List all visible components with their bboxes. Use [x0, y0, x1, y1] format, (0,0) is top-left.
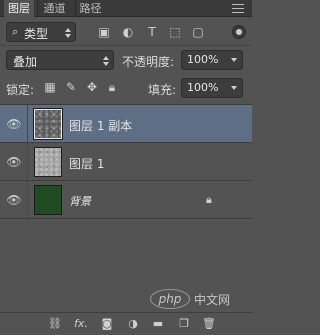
- lock-all-icon[interactable]: 🔒︎: [105, 80, 119, 94]
- link-layers-icon[interactable]: ⛓︎: [47, 317, 63, 331]
- chevron-down-icon: [231, 86, 237, 90]
- fill-value: 100%: [187, 81, 219, 94]
- blend-mode-value: 叠加: [13, 55, 38, 69]
- layer-name: 图层 1: [69, 157, 105, 171]
- lock-image-icon[interactable]: ✎: [64, 80, 78, 94]
- visibility-eye-icon[interactable]: 👁︎: [5, 191, 23, 209]
- layer-name: 图层 1 副本: [69, 119, 133, 133]
- delete-layer-icon[interactable]: 🗑︎: [201, 317, 217, 331]
- tab-paths[interactable]: 路径: [75, 0, 105, 17]
- layer-name: 背景: [69, 195, 91, 208]
- filter-kind-label: 类型: [24, 27, 49, 41]
- lock-transparent-icon[interactable]: ▦: [43, 80, 57, 94]
- fx-icon[interactable]: fx.: [73, 317, 89, 331]
- select-arrows-icon: [65, 28, 71, 38]
- shape-filter-icon[interactable]: ⬚: [168, 25, 182, 39]
- new-group-icon[interactable]: ▬: [150, 317, 166, 331]
- watermark: php 中文网: [150, 288, 250, 310]
- fill-field[interactable]: 100%: [181, 78, 243, 98]
- fill-label: 填充:: [148, 83, 177, 97]
- chevron-down-icon: [231, 58, 237, 62]
- lock-position-icon[interactable]: ✥: [85, 80, 99, 94]
- lock-icon: 🔒︎: [206, 193, 212, 206]
- blend-mode-select[interactable]: 叠加: [6, 50, 114, 70]
- new-layer-icon[interactable]: ❐: [176, 317, 192, 331]
- opacity-field[interactable]: 100%: [181, 50, 243, 70]
- search-icon: ⌕: [12, 25, 19, 38]
- tab-layers[interactable]: 图层: [4, 0, 34, 17]
- layer-thumbnail: [33, 108, 63, 140]
- image-filter-icon[interactable]: ▣: [97, 25, 111, 39]
- select-arrows-icon: [103, 56, 109, 66]
- lock-label: 锁定:: [6, 83, 35, 97]
- panel-tab-bar: 图层 通道 路径: [0, 0, 252, 17]
- visibility-eye-icon[interactable]: 👁︎: [5, 153, 23, 171]
- add-mask-icon[interactable]: ◙: [99, 317, 115, 331]
- adjustment-filter-icon[interactable]: ◐: [121, 25, 135, 39]
- filter-toggle-icon[interactable]: [232, 25, 246, 39]
- visibility-eye-icon[interactable]: 👁︎: [5, 115, 23, 133]
- watermark-logo: php: [150, 289, 190, 309]
- layer-thumbnail: [34, 147, 62, 177]
- layer-thumbnail: [34, 185, 62, 215]
- smart-object-filter-icon[interactable]: ▢: [191, 25, 205, 39]
- watermark-text: 中文网: [194, 293, 231, 307]
- panel-menu-icon[interactable]: [232, 4, 244, 13]
- adjustment-layer-icon[interactable]: ◑: [125, 317, 141, 331]
- layer-row[interactable]: 👁︎ 背景 🔒︎: [0, 181, 252, 219]
- layer-row[interactable]: 👁︎ 图层 1: [0, 143, 252, 181]
- opacity-value: 100%: [187, 53, 219, 66]
- layers-bottom-toolbar: ⛓︎ fx. ◙ ◑ ▬ ❐ 🗑︎: [0, 312, 252, 335]
- layer-row[interactable]: 👁︎ 图层 1 副本: [0, 105, 252, 143]
- type-filter-icon[interactable]: T: [145, 25, 159, 39]
- divider: [0, 45, 252, 46]
- filter-kind-select[interactable]: ⌕ 类型: [6, 22, 76, 42]
- opacity-label: 不透明度:: [122, 55, 175, 69]
- tab-channels[interactable]: 通道: [37, 0, 71, 17]
- layers-list: 👁︎ 图层 1 副本 👁︎ 图层 1 👁︎ 背景 🔒︎: [0, 104, 252, 310]
